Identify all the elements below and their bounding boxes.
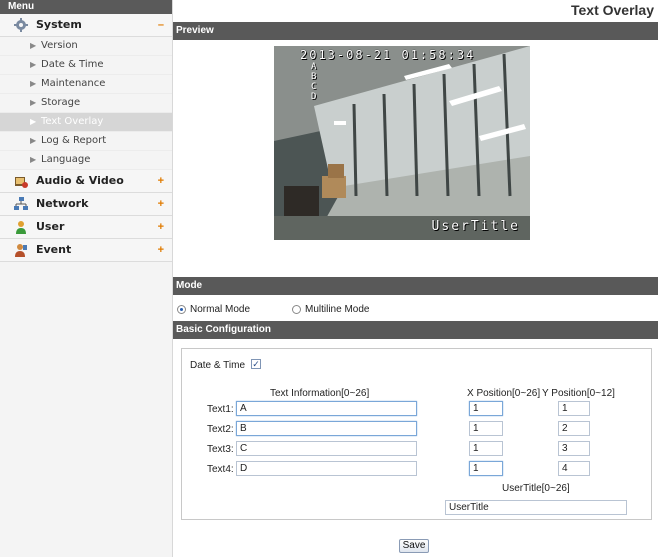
save-button[interactable]: Save <box>399 539 429 553</box>
category-user[interactable]: User + <box>0 216 172 239</box>
category-event[interactable]: Event + <box>0 239 172 262</box>
date-time-label: Date & Time <box>190 360 246 371</box>
category-label: Event <box>36 243 72 256</box>
normal-mode-label: Normal Mode <box>190 304 251 315</box>
normal-mode-radio[interactable] <box>177 305 186 314</box>
normal-mode-option[interactable]: Normal Mode <box>177 304 250 315</box>
sidebar-item-date-time[interactable]: ▶ Date & Time <box>0 56 172 75</box>
sidebar-item-label: Date & Time <box>41 59 104 70</box>
camera-icon <box>15 177 28 188</box>
expand-toggle[interactable]: + <box>158 239 164 261</box>
basic-config-panel: Date & Time ✓ Text Information[0~26] X P… <box>181 348 652 520</box>
network-icon <box>14 197 28 210</box>
sidebar-item-label: Language <box>41 154 91 165</box>
gear-icon <box>14 18 28 32</box>
sidebar-item-label: Maintenance <box>41 78 106 89</box>
sidebar-item-label: Text Overlay <box>41 116 104 127</box>
date-time-checkbox[interactable]: ✓ <box>251 359 261 369</box>
user-title-overlay: UserTitle <box>431 219 520 234</box>
collapse-toggle[interactable]: – <box>158 14 164 36</box>
mode-section-header: Mode <box>173 277 658 295</box>
user-title-label: UserTitle[0~26] <box>502 483 570 494</box>
multiline-mode-option[interactable]: Multiline Mode <box>292 304 369 315</box>
text3-y-input[interactable] <box>558 441 590 456</box>
text2-input[interactable] <box>236 421 417 436</box>
main-content: Text Overlay Preview 2013-08-21 01:58:34… <box>173 0 658 557</box>
text1-x-input[interactable] <box>469 401 503 416</box>
text2-label: Text2: <box>207 424 234 435</box>
category-label: Network <box>36 197 89 210</box>
text2-x-input[interactable] <box>469 421 503 436</box>
expand-toggle[interactable]: + <box>158 193 164 215</box>
page-title-bar: Text Overlay <box>173 0 658 22</box>
text-info-header: Text Information[0~26] <box>270 388 370 399</box>
timestamp-overlay: 2013-08-21 01:58:34 <box>300 48 476 62</box>
multiline-mode-label: Multiline Mode <box>305 304 370 315</box>
camera-preview: 2013-08-21 01:58:34 A B C D UserTitle <box>274 46 530 240</box>
multiline-mode-radio[interactable] <box>292 305 301 314</box>
chevron-right-icon: ▶ <box>30 41 37 50</box>
menu-header: Menu <box>0 0 172 14</box>
sidebar-item-label: Storage <box>41 97 81 108</box>
text4-y-input[interactable] <box>558 461 590 476</box>
chevron-right-icon: ▶ <box>30 155 37 164</box>
chevron-right-icon: ▶ <box>30 98 37 107</box>
category-system[interactable]: System – <box>0 14 172 37</box>
text2-y-input[interactable] <box>558 421 590 436</box>
event-icon <box>15 244 27 257</box>
text3-x-input[interactable] <box>469 441 503 456</box>
chevron-right-icon: ▶ <box>30 79 37 88</box>
text4-x-input[interactable] <box>469 461 503 476</box>
chevron-right-icon: ▶ <box>30 60 37 69</box>
x-position-header: X Position[0~26] <box>467 388 541 399</box>
user-icon <box>16 221 26 234</box>
y-position-header: Y Position[0~12] <box>542 388 615 399</box>
category-label: System <box>36 18 82 31</box>
sidebar-item-label: Version <box>41 40 78 51</box>
text1-y-input[interactable] <box>558 401 590 416</box>
text3-label: Text3: <box>207 444 234 455</box>
sidebar-item-log-report[interactable]: ▶ Log & Report <box>0 132 172 151</box>
text4-label: Text4: <box>207 464 234 475</box>
category-label: User <box>36 220 65 233</box>
chevron-right-icon: ▶ <box>30 136 37 145</box>
text-overlay-lines: A B C D <box>311 62 317 102</box>
expand-toggle[interactable]: + <box>158 216 164 238</box>
page-title: Text Overlay <box>570 2 654 18</box>
text3-input[interactable] <box>236 441 417 456</box>
sidebar-item-text-overlay[interactable]: ▶ Text Overlay <box>0 113 172 132</box>
user-title-input[interactable] <box>445 500 627 515</box>
sidebar-item-language[interactable]: ▶ Language <box>0 151 172 170</box>
text1-input[interactable] <box>236 401 417 416</box>
text1-label: Text1: <box>207 404 234 415</box>
category-network[interactable]: Network + <box>0 193 172 216</box>
sidebar-item-maintenance[interactable]: ▶ Maintenance <box>0 75 172 94</box>
sidebar-item-version[interactable]: ▶ Version <box>0 37 172 56</box>
expand-toggle[interactable]: + <box>158 170 164 192</box>
preview-section-header: Preview <box>173 22 658 40</box>
text4-input[interactable] <box>236 461 417 476</box>
sidebar-item-storage[interactable]: ▶ Storage <box>0 94 172 113</box>
category-label: Audio & Video <box>36 174 124 187</box>
chevron-right-icon: ▶ <box>30 117 37 126</box>
category-audio-video[interactable]: Audio & Video + <box>0 170 172 193</box>
sidebar-item-label: Log & Report <box>41 135 107 146</box>
basic-config-section-header: Basic Configuration <box>173 321 658 339</box>
sidebar: Menu System – ▶ Version ▶ Date & Time ▶ Mai… <box>0 0 173 557</box>
